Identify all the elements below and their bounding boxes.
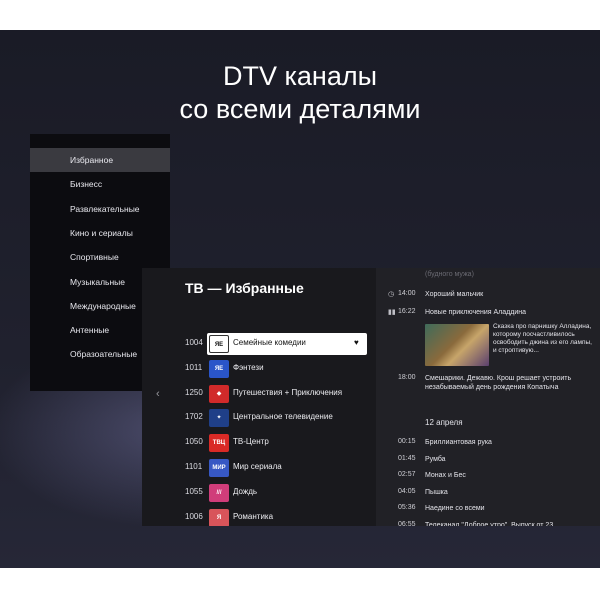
channel-number: 1055 — [185, 486, 203, 496]
channel-logo: ТВЦ — [209, 434, 229, 453]
program-title: Новые приключения Аладдина — [425, 309, 526, 316]
channel-name: Путешествия + Приключения — [233, 387, 343, 397]
channel-logo: /// — [209, 483, 229, 502]
program-time: 01:45 — [398, 454, 416, 462]
channel-row[interactable]: 1006 Я Романтика — [185, 508, 367, 526]
channel-name: Семейные комедии — [233, 338, 306, 347]
category-item[interactable]: Спортивные — [30, 245, 170, 269]
category-favorites[interactable]: Избранное — [30, 148, 170, 172]
program-time: 04:05 — [398, 487, 416, 495]
chevron-left-icon[interactable]: ‹ — [156, 388, 160, 400]
program-title: Хороший мальчик — [425, 291, 484, 298]
tv-guide-panel: ‹ ТВ — Избранные 1004 ЯЕ Семейные комедии ♥… — [142, 268, 600, 526]
channel-logo: ◆ — [209, 384, 229, 403]
channel-number: 1004 — [185, 338, 203, 347]
channel-number: 1101 — [185, 462, 203, 471]
program-time: 05:36 — [398, 504, 416, 511]
channel-row[interactable]: 1055 /// Дождь — [185, 483, 367, 503]
date-label: 12 апреля — [425, 418, 463, 427]
program-time: 00:15 — [398, 438, 416, 445]
channel-name: Мир сериала — [233, 462, 282, 471]
channel-number: 1702 — [185, 412, 203, 422]
program-time: 02:57 — [398, 471, 416, 478]
channel-logo: ЯЕ — [209, 335, 229, 353]
channel-logo: ✦ — [209, 409, 229, 428]
channel-number: 1050 — [185, 437, 203, 447]
program-title: Монах и Бес — [425, 472, 466, 479]
channel-number: 1250 — [185, 387, 203, 397]
channel-row-selected[interactable]: 1004 ЯЕ Семейные комедии ♥ — [185, 333, 367, 355]
channel-row[interactable]: 1250 ◆ Путешествия + Приключения — [185, 384, 367, 404]
program-description: Сказка про парнишку Алладина, которому п… — [493, 323, 592, 354]
category-item[interactable]: Кино и сериалы — [30, 221, 170, 245]
program-time: 06:55 — [398, 520, 416, 527]
live-bars-icon: ▮▮ — [388, 309, 396, 316]
program-title: Наедине со всеми — [425, 505, 485, 512]
program-title: Смешарики. Дежавю. Крош решает устроить … — [425, 375, 572, 391]
channel-name: Дождь — [233, 486, 258, 496]
channel-logo: МИР — [209, 459, 229, 477]
heart-icon[interactable]: ♥ — [354, 338, 359, 347]
program-time: 14:00 — [398, 290, 416, 297]
channel-name: ТВ-Центр — [233, 437, 269, 447]
clock-icon: ◷ — [388, 291, 395, 298]
program-time: 16:22 — [398, 308, 416, 315]
channel-row[interactable]: 1702 ✦ Центральное телевидение — [185, 408, 367, 428]
promo-stage: DTV каналы со всеми деталями Избранное Б… — [0, 30, 600, 568]
program-title: Пышка — [425, 488, 448, 496]
category-item[interactable]: Развлекательные — [30, 197, 170, 221]
channel-logo: ЯЕ — [209, 359, 229, 378]
headline-line-2: со всеми деталями — [179, 94, 421, 124]
channel-row[interactable]: 1101 МИР Мир сериала — [185, 458, 367, 478]
program-title: Румба — [425, 455, 446, 463]
channel-row[interactable]: 1050 ТВЦ ТВ-Центр — [185, 433, 367, 453]
channel-number: 1006 — [185, 511, 203, 521]
schedule-list: (будного мужа) ◷ 14:00 Хороший мальчик ▮… — [376, 268, 600, 526]
headline-line-1: DTV каналы — [222, 61, 377, 91]
channel-number: 1011 — [185, 362, 203, 372]
program-title: (будного мужа) — [425, 271, 474, 278]
program-title: Телеканал "Доброе утро". Выпуск от 23 — [425, 521, 554, 527]
guide-title: ТВ — Избранные — [185, 280, 304, 296]
channel-name: Центральное телевидение — [233, 412, 333, 422]
category-item[interactable]: Бизнесс — [30, 172, 170, 196]
program-thumbnail[interactable] — [425, 324, 489, 366]
program-time: 18:00 — [398, 374, 416, 381]
channel-name: Романтика — [233, 511, 274, 521]
program-title: Бриллиантовая рука — [425, 439, 492, 446]
channel-name: Фэнтези — [233, 362, 264, 372]
channel-row[interactable]: 1011 ЯЕ Фэнтези — [185, 359, 367, 379]
channel-logo: Я — [209, 508, 229, 526]
